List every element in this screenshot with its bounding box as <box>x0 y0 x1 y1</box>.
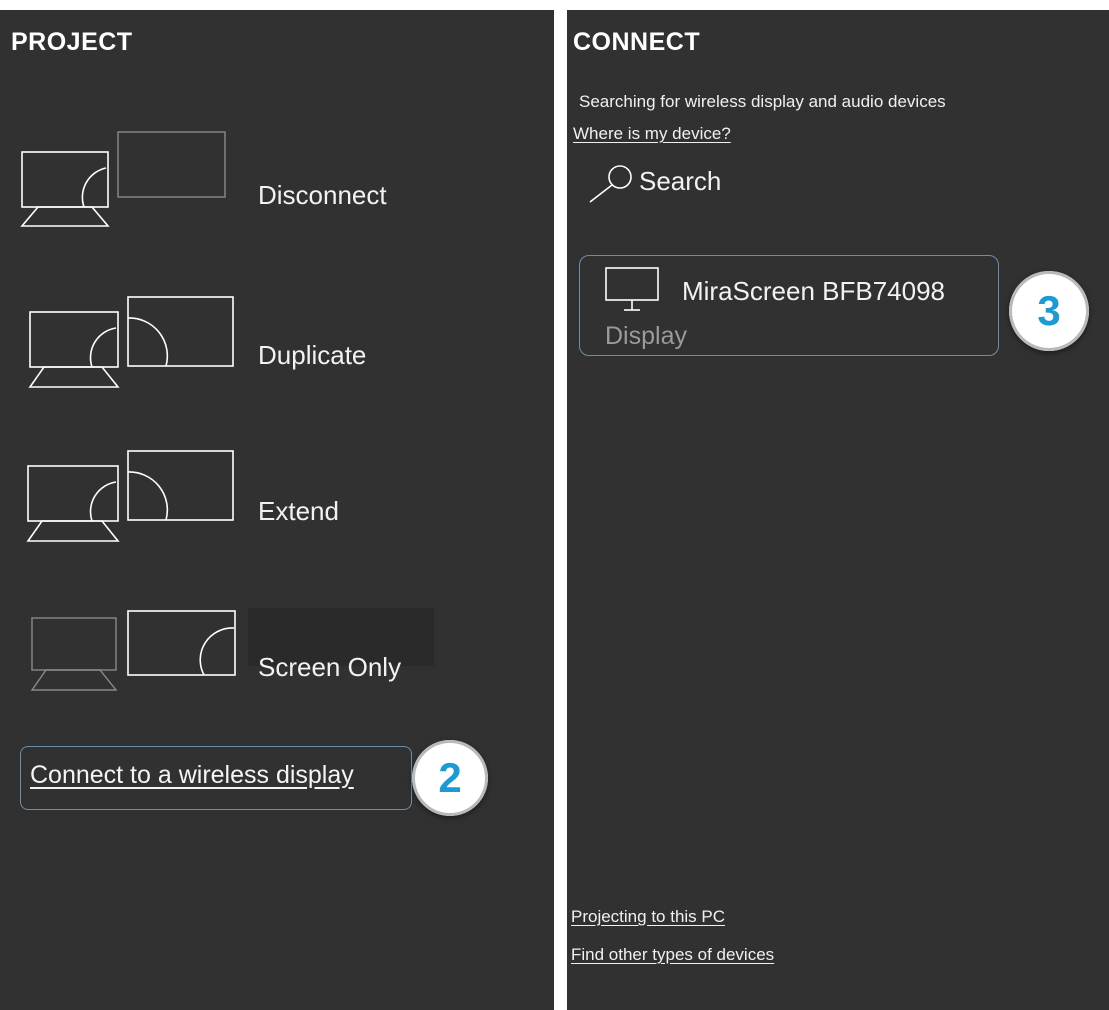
mode-label: Extend <box>258 496 339 526</box>
device-item[interactable]: MiraScreen BFB74098 Display <box>579 255 999 356</box>
projecting-to-this-pc-link[interactable]: Projecting to this PC <box>571 907 725 927</box>
step-badge-2: 2 <box>412 740 488 816</box>
mode-duplicate[interactable]: Duplicate <box>0 288 460 408</box>
connect-wireless-display-button[interactable]: Connect to a wireless display <box>20 746 412 810</box>
mode-screen-only[interactable]: Screen Only <box>0 602 460 722</box>
search-icon <box>589 165 632 203</box>
step-badge-3: 3 <box>1009 271 1089 351</box>
mode-label: Disconnect <box>258 180 387 210</box>
disconnect-icon <box>20 131 226 227</box>
device-type: Display <box>605 322 687 350</box>
search-button[interactable]: Search <box>587 158 747 206</box>
search-status-text: Searching for wireless display and audio… <box>579 92 946 111</box>
project-pane: PROJECT Disconnect Duplicate Extend Scre… <box>0 10 554 1010</box>
connect-pane: CONNECT Searching for wireless display a… <box>567 10 1109 1010</box>
duplicate-icon <box>28 296 234 388</box>
connect-title: CONNECT <box>573 28 701 56</box>
find-other-devices-link[interactable]: Find other types of devices <box>571 945 774 965</box>
device-name: MiraScreen BFB74098 <box>682 276 946 306</box>
search-label: Search <box>639 166 722 196</box>
mode-extend[interactable]: Extend <box>0 442 460 562</box>
connect-wireless-display-link[interactable]: Connect to a wireless display <box>30 761 354 790</box>
where-is-my-device-link[interactable]: Where is my device? <box>573 124 731 144</box>
screen-only-icon <box>30 610 236 691</box>
mode-disconnect[interactable]: Disconnect <box>0 128 460 248</box>
mode-label: Screen Only <box>258 652 402 682</box>
monitor-icon <box>605 267 659 311</box>
mode-label: Duplicate <box>258 340 367 370</box>
project-title: PROJECT <box>11 28 133 56</box>
extend-icon <box>26 450 234 542</box>
